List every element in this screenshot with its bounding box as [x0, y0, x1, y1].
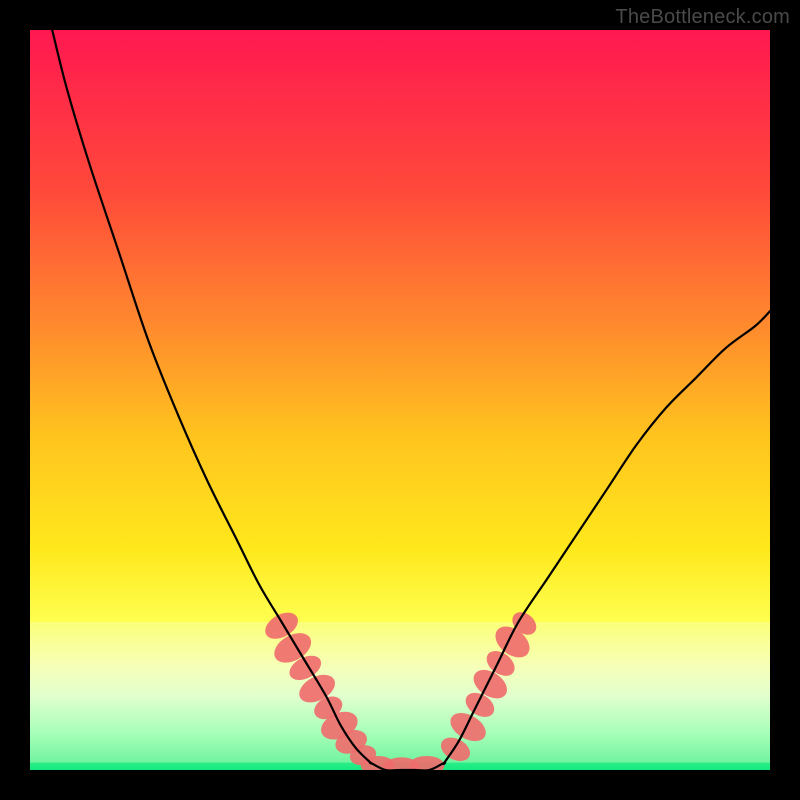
chart-svg [30, 30, 770, 770]
plot-area [30, 30, 770, 770]
watermark-text: TheBottleneck.com [615, 6, 790, 29]
chart-frame: TheBottleneck.com [0, 0, 800, 800]
pale-band-layer [30, 622, 770, 763]
